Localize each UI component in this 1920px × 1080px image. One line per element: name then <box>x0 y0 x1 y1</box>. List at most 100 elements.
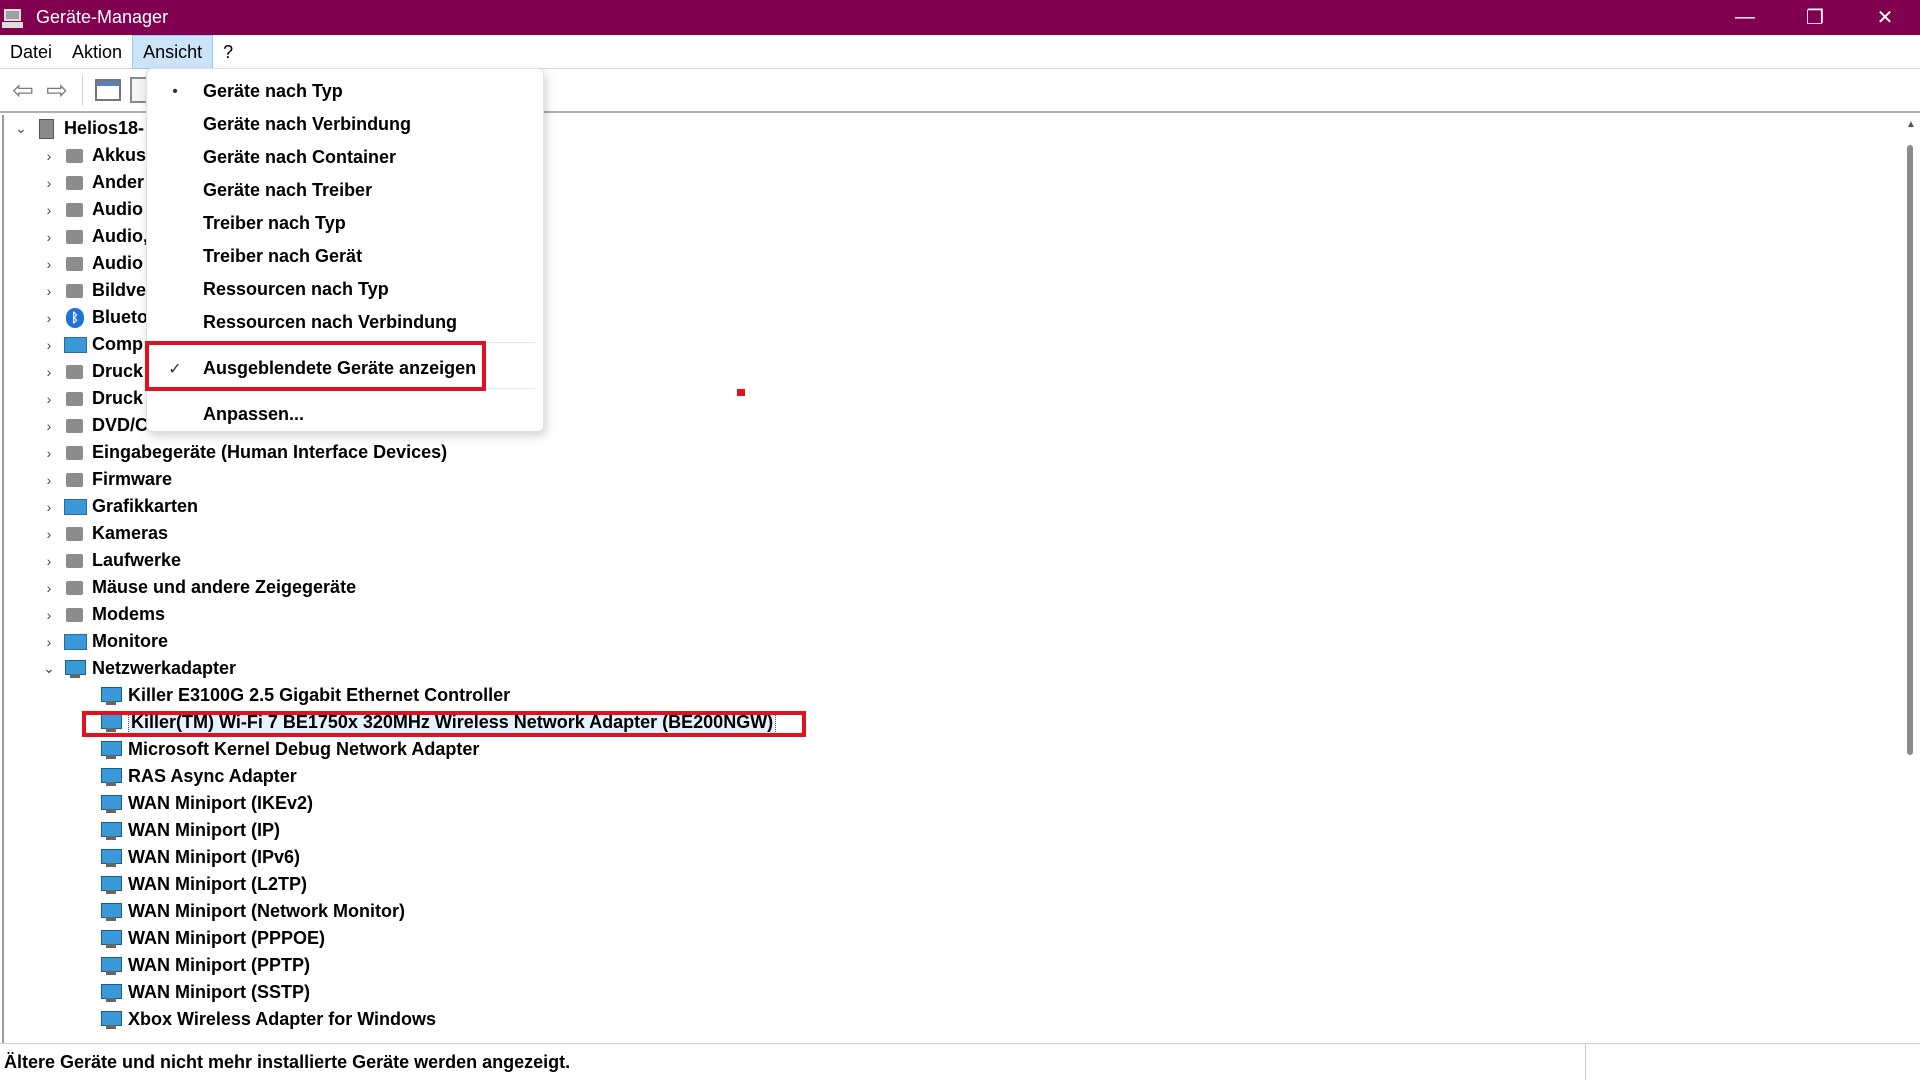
adapter-label: WAN Miniport (PPPOE) <box>128 928 325 948</box>
modem-icon <box>64 605 86 625</box>
tree-category[interactable]: › Bildve <box>42 277 146 304</box>
network-adapter-item[interactable]: WAN Miniport (IP) <box>92 817 280 844</box>
chevron-right-icon[interactable]: › <box>42 580 56 596</box>
chevron-right-icon[interactable]: › <box>42 499 56 515</box>
menu-item-resources-by-connection[interactable]: Ressourcen nach Verbindung <box>147 307 545 338</box>
chevron-right-icon[interactable]: › <box>42 553 56 569</box>
tree-category-network[interactable]: ⌄ Netzwerkadapter <box>42 655 236 682</box>
tree-category[interactable]: › Grafikkarten <box>42 493 198 520</box>
tree-category[interactable]: › DVD/C <box>42 412 148 439</box>
network-adapter-icon <box>100 686 122 706</box>
audio-icon <box>64 254 86 274</box>
annotation-dot <box>737 389 745 396</box>
device-manager-icon <box>2 7 24 29</box>
tree-category[interactable]: › Ander <box>42 169 144 196</box>
audio-icon <box>64 200 86 220</box>
menu-item-drivers-by-type[interactable]: Treiber nach Typ <box>147 208 545 239</box>
network-adapter-item[interactable]: WAN Miniport (IPv6) <box>92 844 300 871</box>
chevron-right-icon[interactable]: › <box>42 607 56 623</box>
mouse-icon <box>64 578 86 598</box>
network-adapter-icon <box>100 821 122 841</box>
network-adapter-item[interactable]: Microsoft Kernel Debug Network Adapter <box>92 736 479 763</box>
tree-category[interactable]: › Laufwerke <box>42 547 181 574</box>
network-adapter-item[interactable]: WAN Miniport (Network Monitor) <box>92 898 405 925</box>
toolbar-separator <box>82 75 83 105</box>
network-adapter-item[interactable]: Xbox Wireless Adapter for Windows <box>92 1006 436 1033</box>
tree-category[interactable]: › Monitore <box>42 628 168 655</box>
category-label: Bildve <box>92 280 147 300</box>
menu-item-label: Geräte nach Treiber <box>203 180 373 200</box>
category-label: Monitore <box>92 631 168 651</box>
chevron-right-icon[interactable]: › <box>42 445 56 461</box>
category-label: Druck <box>92 388 144 408</box>
adapter-label: WAN Miniport (IKEv2) <box>128 793 313 813</box>
scrollbar-thumb[interactable] <box>1907 145 1913 755</box>
chevron-right-icon[interactable]: › <box>42 337 56 353</box>
chevron-right-icon[interactable]: › <box>42 283 56 299</box>
tree-category[interactable]: › Modems <box>42 601 165 628</box>
network-adapter-item[interactable]: WAN Miniport (PPTP) <box>92 952 310 979</box>
tree-category[interactable]: › Akkus <box>42 142 146 169</box>
chevron-right-icon[interactable]: › <box>42 526 56 542</box>
tree-category[interactable]: › Firmware <box>42 466 172 493</box>
tree-category[interactable]: › Comp <box>42 331 143 358</box>
back-arrow-icon[interactable]: ⇦ <box>6 73 40 107</box>
network-adapter-item[interactable]: WAN Miniport (SSTP) <box>92 979 310 1006</box>
menu-item-devices-by-driver[interactable]: Geräte nach Treiber <box>147 175 545 206</box>
unknown-device-icon <box>64 173 86 193</box>
network-adapter-icon <box>100 848 122 868</box>
menu-aktion[interactable]: Aktion <box>62 35 132 69</box>
vertical-scrollbar[interactable]: ▲ <box>1902 115 1920 1043</box>
menu-datei[interactable]: Datei <box>0 35 62 69</box>
network-adapter-item[interactable]: WAN Miniport (L2TP) <box>92 871 307 898</box>
status-bar: Ältere Geräte und nicht mehr installiert… <box>0 1043 1920 1080</box>
menu-item-drivers-by-device[interactable]: Treiber nach Gerät <box>147 241 545 272</box>
menu-item-devices-by-container[interactable]: Geräte nach Container <box>147 142 545 173</box>
menu-item-devices-by-type[interactable]: • Geräte nach Typ <box>147 76 545 107</box>
network-adapter-item[interactable]: WAN Miniport (IKEv2) <box>92 790 313 817</box>
scroll-up-icon[interactable]: ▲ <box>1906 119 1916 130</box>
chevron-right-icon[interactable]: › <box>42 310 56 326</box>
category-label: Firmware <box>92 469 173 489</box>
restore-button[interactable]: ❐ <box>1780 0 1850 35</box>
chevron-right-icon[interactable]: › <box>42 364 56 380</box>
chevron-right-icon[interactable]: › <box>42 418 56 434</box>
chevron-down-icon[interactable]: ⌄ <box>42 660 56 677</box>
network-adapter-icon <box>100 875 122 895</box>
tree-category[interactable]: › Mäuse und andere Zeigegeräte <box>42 574 356 601</box>
chevron-right-icon[interactable]: › <box>42 256 56 272</box>
forward-arrow-icon[interactable]: ⇨ <box>40 73 74 107</box>
chevron-right-icon[interactable]: › <box>42 634 56 650</box>
network-adapter-item[interactable]: RAS Async Adapter <box>92 763 297 790</box>
minimize-button[interactable]: — <box>1710 0 1780 35</box>
menu-item-devices-by-connection[interactable]: Geräte nach Verbindung <box>147 109 545 140</box>
chevron-right-icon[interactable]: › <box>42 229 56 245</box>
menu-item-customize[interactable]: Anpassen... <box>147 399 545 430</box>
network-adapter-item[interactable]: WAN Miniport (PPPOE) <box>92 925 325 952</box>
menu-item-resources-by-type[interactable]: Ressourcen nach Typ <box>147 274 545 305</box>
close-button[interactable]: ✕ <box>1850 0 1920 35</box>
tree-category[interactable]: › ᛒ Blueto <box>42 304 148 331</box>
network-adapter-icon <box>100 983 122 1003</box>
tree-category[interactable]: › Druck <box>42 358 143 385</box>
tree-category[interactable]: › Audio <box>42 250 143 277</box>
chevron-right-icon[interactable]: › <box>42 175 56 191</box>
menu-help[interactable]: ? <box>213 35 243 69</box>
tree-category[interactable]: › Audio <box>42 196 143 223</box>
console-tree-button[interactable] <box>91 73 125 107</box>
tree-category[interactable]: › Druck <box>42 385 143 412</box>
menu-item-label: Ressourcen nach Verbindung <box>203 312 458 332</box>
menu-ansicht[interactable]: Ansicht <box>132 34 214 69</box>
chevron-right-icon[interactable]: › <box>42 202 56 218</box>
chevron-right-icon[interactable]: › <box>42 472 56 488</box>
tree-category[interactable]: › Eingabegeräte (Human Interface Devices) <box>42 439 447 466</box>
chevron-right-icon[interactable]: › <box>42 148 56 164</box>
adapter-label: WAN Miniport (IP) <box>128 820 280 840</box>
network-adapter-item[interactable]: Killer E3100G 2.5 Gigabit Ethernet Contr… <box>92 682 510 709</box>
chevron-down-icon[interactable]: ⌄ <box>14 120 28 137</box>
title-bar: Geräte-Manager — ❐ ✕ <box>0 0 1920 35</box>
tree-category[interactable]: › Audio, <box>42 223 148 250</box>
tree-root[interactable]: ⌄ Helios18- <box>14 115 144 142</box>
tree-category[interactable]: › Kameras <box>42 520 168 547</box>
chevron-right-icon[interactable]: › <box>42 391 56 407</box>
